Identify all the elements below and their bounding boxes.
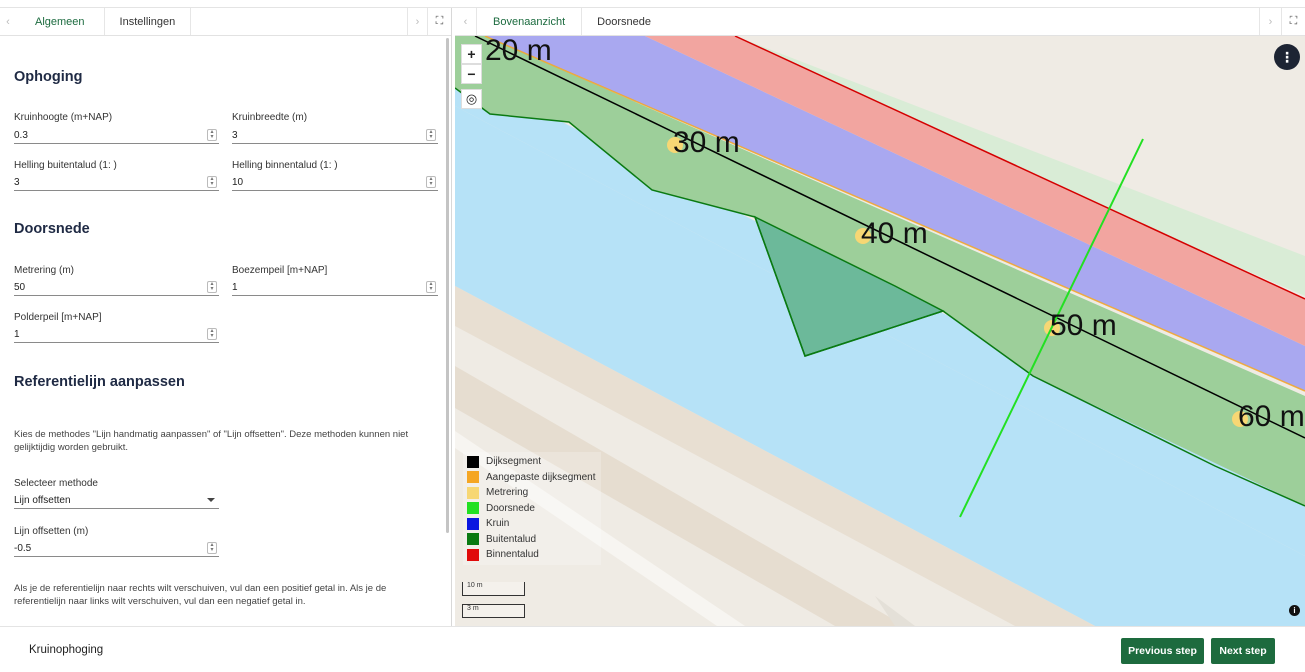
kruinbreedte-input[interactable]: 3 ▴ ▾ bbox=[232, 127, 438, 144]
map-panel: ‹ Bovenaanzicht Doorsnede › ⛶ 20 m 30 m … bbox=[455, 8, 1305, 626]
helling-buitentalud-label: Helling buitentalud (1: ) bbox=[14, 160, 117, 171]
distance-label: 40 m bbox=[861, 217, 928, 250]
scale-bar: 10 m bbox=[462, 582, 525, 596]
legend-item: Aangepaste dijksegment bbox=[467, 470, 597, 486]
metrering-label: Metrering (m) bbox=[14, 265, 75, 276]
map-tab-bar: ‹ Bovenaanzicht Doorsnede › ⛶ bbox=[455, 8, 1305, 36]
wizard-footer: Kruinophoging Previous step Next step bbox=[0, 626, 1305, 672]
tab-doorsnede[interactable]: Doorsnede bbox=[582, 8, 666, 35]
tab-bovenaanzicht[interactable]: Bovenaanzicht bbox=[477, 8, 583, 35]
legend-swatch bbox=[467, 502, 479, 515]
boezempeil-label: Boezempeil [m+NAP] bbox=[232, 265, 328, 276]
distance-label: 30 m bbox=[673, 126, 740, 159]
stepper-icon[interactable]: ▴ ▾ bbox=[207, 281, 217, 293]
stepper-icon[interactable]: ▴ ▾ bbox=[426, 129, 436, 141]
helling-binnentalud-input[interactable]: 10 ▴ ▾ bbox=[232, 174, 438, 191]
legend-item: Metrering bbox=[467, 485, 597, 501]
kruinhoogte-label: Kruinhoogte (m+NAP) bbox=[14, 112, 113, 123]
scrollbar[interactable] bbox=[446, 38, 449, 533]
chevron-right-icon[interactable]: › bbox=[1259, 8, 1281, 35]
kruinhoogte-input[interactable]: 0.3 ▴ ▾ bbox=[14, 127, 219, 144]
fullscreen-icon[interactable]: ⛶ bbox=[427, 8, 451, 35]
methode-label: Selecteer methode bbox=[14, 478, 98, 489]
legend-item: Dijksegment bbox=[467, 454, 597, 470]
step-title: Kruinophoging bbox=[29, 644, 104, 656]
helling-binnentalud-label: Helling binnentalud (1: ) bbox=[232, 160, 338, 171]
stepper-icon[interactable]: ▴ ▾ bbox=[207, 129, 217, 141]
metrering-input[interactable]: 50 ▴ ▾ bbox=[14, 279, 219, 296]
chevron-left-icon[interactable]: ‹ bbox=[0, 8, 16, 35]
legend-item: Kruin bbox=[467, 516, 597, 532]
legend-item: Doorsnede bbox=[467, 501, 597, 517]
section-title-doorsnede: Doorsnede bbox=[14, 221, 90, 237]
zoom-in-button[interactable]: + bbox=[461, 44, 482, 64]
legend-swatch bbox=[467, 548, 479, 561]
boezempeil-input[interactable]: 1 ▴ ▾ bbox=[232, 279, 438, 296]
legend-swatch bbox=[467, 486, 479, 499]
legend-swatch bbox=[467, 533, 479, 546]
polderpeil-label: Polderpeil [m+NAP] bbox=[14, 312, 102, 323]
stepper-icon[interactable]: ▴ ▾ bbox=[207, 176, 217, 188]
legend-swatch bbox=[467, 455, 479, 468]
help-text-offset: Als je de referentielijn naar rechts wil… bbox=[14, 583, 387, 607]
stepper-icon[interactable]: ▴ ▾ bbox=[207, 328, 217, 340]
map-legend: Dijksegment Aangepaste dijksegment Metre… bbox=[463, 452, 601, 565]
polderpeil-input[interactable]: 1 ▴ ▾ bbox=[14, 326, 219, 343]
zoom-out-button[interactable]: − bbox=[461, 64, 482, 84]
distance-label: 20 m bbox=[485, 36, 552, 67]
caret-down-icon bbox=[207, 498, 215, 502]
scale-bar: 3 m bbox=[462, 604, 525, 618]
left-tab-bar: ‹ Algemeen Instellingen › ⛶ bbox=[0, 8, 451, 36]
stepper-icon[interactable]: ▴ ▾ bbox=[207, 542, 217, 554]
chevron-right-icon[interactable]: › bbox=[407, 8, 427, 35]
section-title-referentielijn: Referentielijn aanpassen bbox=[14, 374, 185, 390]
legend-item: Binnentalud bbox=[467, 547, 597, 563]
legend-swatch bbox=[467, 517, 479, 530]
top-strip bbox=[0, 0, 1305, 8]
tab-algemeen[interactable]: Algemeen bbox=[16, 8, 105, 35]
legend-item: Buitentalud bbox=[467, 532, 597, 548]
help-text-methode: Kies de methodes "Lijn handmatig aanpass… bbox=[14, 429, 409, 453]
section-title-ophoging: Ophoging bbox=[14, 69, 83, 85]
tab-instellingen[interactable]: Instellingen bbox=[105, 8, 192, 35]
locate-icon[interactable]: ◎ bbox=[461, 89, 482, 109]
more-options-icon[interactable]: ⋮ bbox=[1274, 44, 1300, 70]
distance-label: 50 m bbox=[1050, 309, 1117, 342]
helling-buitentalud-input[interactable]: 3 ▴ ▾ bbox=[14, 174, 219, 191]
previous-step-button[interactable]: Previous step bbox=[1121, 638, 1204, 664]
fullscreen-icon[interactable]: ⛶ bbox=[1281, 8, 1305, 35]
lijn-offset-label: Lijn offsetten (m) bbox=[14, 526, 89, 537]
info-icon[interactable]: i bbox=[1289, 605, 1300, 616]
legend-swatch bbox=[467, 471, 479, 484]
app-root: ‹ Algemeen Instellingen › ⛶ Ophoging Kru… bbox=[0, 0, 1305, 672]
methode-select[interactable]: Lijn offsetten bbox=[14, 492, 219, 509]
stepper-icon[interactable]: ▴ ▾ bbox=[426, 281, 436, 293]
lijn-offset-input[interactable]: -0.5 ▴ ▾ bbox=[14, 540, 219, 557]
next-step-button[interactable]: Next step bbox=[1211, 638, 1275, 664]
parameters-panel: ‹ Algemeen Instellingen › ⛶ Ophoging Kru… bbox=[0, 8, 452, 626]
stepper-icon[interactable]: ▴ ▾ bbox=[426, 176, 436, 188]
chevron-left-icon[interactable]: ‹ bbox=[455, 8, 477, 35]
kruinbreedte-label: Kruinbreedte (m) bbox=[232, 112, 308, 123]
map-canvas[interactable]: 20 m 30 m 40 m 50 m 60 m + − ◎ ⋮ Dijkseg… bbox=[455, 36, 1305, 626]
distance-label: 60 m bbox=[1238, 400, 1305, 433]
